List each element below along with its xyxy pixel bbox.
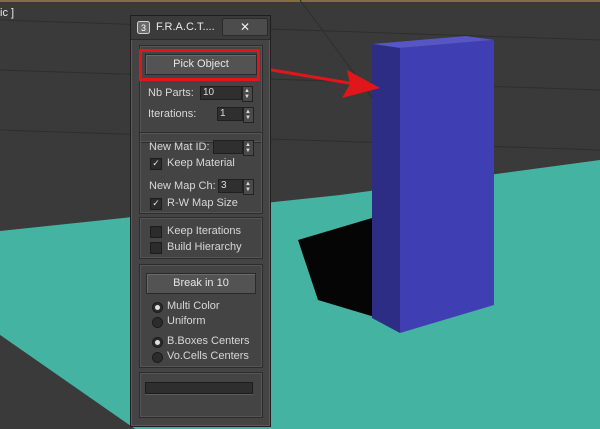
nb-parts-label: Nb Parts: <box>148 87 194 99</box>
build-hierarchy-label: Build Hierarchy <box>167 241 242 253</box>
new-mat-id-spinner[interactable]: ▲ ▼ <box>213 140 254 156</box>
vocells-centers-label: Vo.Cells Centers <box>167 350 249 362</box>
progress-group <box>139 372 263 418</box>
progress-bar <box>145 382 253 394</box>
break-button[interactable]: Break in 10 <box>146 273 256 294</box>
close-icon: ✕ <box>239 20 251 34</box>
new-map-ch-arrows[interactable]: ▲ ▼ <box>243 179 254 195</box>
keep-material-checkbox[interactable]: ✓ <box>150 158 162 170</box>
app-logo-icon: 3 <box>137 21 150 34</box>
nb-parts-arrows[interactable]: ▲ ▼ <box>242 86 253 102</box>
multi-color-label: Multi Color <box>167 300 220 312</box>
new-mat-id-arrows[interactable]: ▲ ▼ <box>243 140 254 156</box>
bboxes-centers-radio[interactable] <box>152 337 163 348</box>
new-map-ch-field[interactable]: 3 <box>218 179 243 193</box>
viewport-label: ic ] <box>0 7 15 19</box>
keep-iterations-label: Keep Iterations <box>167 225 241 237</box>
uniform-radio[interactable] <box>152 317 163 328</box>
rw-map-size-checkbox[interactable]: ✓ <box>150 198 162 210</box>
box-front <box>400 40 494 333</box>
iterations-field[interactable]: 1 <box>217 107 243 121</box>
nb-parts-field[interactable]: 10 <box>200 86 242 100</box>
bboxes-centers-label: B.Boxes Centers <box>167 335 250 347</box>
material-group: New Mat ID: ▲ ▼ ✓ Keep Material New Map C… <box>139 132 263 214</box>
multi-color-radio[interactable] <box>152 302 163 313</box>
keep-material-label: Keep Material <box>167 157 235 169</box>
viewport[interactable] <box>0 0 600 429</box>
rw-map-size-label: R-W Map Size <box>167 197 238 209</box>
uniform-label: Uniform <box>167 315 206 327</box>
vocells-centers-radio[interactable] <box>152 352 163 363</box>
iterations-label: Iterations: <box>148 108 197 120</box>
dialog-title: F.R.A.C.T.... <box>156 21 215 33</box>
nb-parts-spinner[interactable]: 10 ▲ ▼ <box>200 86 253 102</box>
iterations-spinner[interactable]: 1 ▲ ▼ <box>217 107 254 123</box>
new-map-ch-spinner[interactable]: 3 ▲ ▼ <box>218 179 254 195</box>
new-mat-id-field[interactable] <box>213 140 243 154</box>
build-hierarchy-checkbox[interactable] <box>150 242 162 254</box>
new-map-ch-label: New Map Ch: <box>149 180 216 192</box>
svg-text:3: 3 <box>141 23 146 33</box>
keep-iterations-checkbox[interactable] <box>150 226 162 238</box>
break-group: Break in 10 Multi Color Uniform B.Boxes … <box>139 264 263 368</box>
iterations-arrows[interactable]: ▲ ▼ <box>243 107 254 123</box>
dialog-titlebar[interactable]: 3 F.R.A.C.T.... ✕ <box>131 16 270 40</box>
close-button[interactable]: ✕ <box>222 18 268 36</box>
new-mat-id-label: New Mat ID: <box>149 141 210 153</box>
highlight-box <box>139 49 260 81</box>
hierarchy-group: Keep Iterations Build Hierarchy <box>139 217 263 259</box>
